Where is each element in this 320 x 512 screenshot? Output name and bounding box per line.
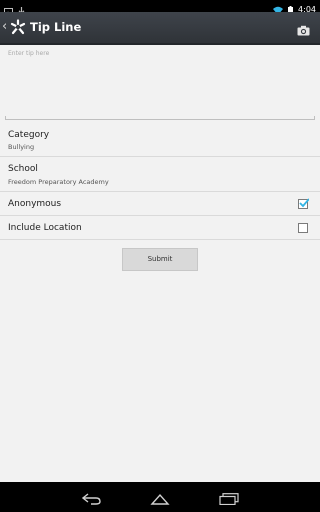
action-bar: ‹ Tip Line [0, 12, 320, 45]
category-label: Category [8, 130, 50, 140]
input-underline-right [314, 116, 315, 119]
category-value: Bullying [8, 143, 35, 151]
tip-input[interactable]: Enter tip here [5, 47, 315, 120]
anonymous-label: Anonymous [8, 199, 62, 209]
anonymous-checkbox[interactable] [298, 198, 309, 209]
anonymous-row[interactable]: Anonymous [0, 192, 320, 216]
input-underline-left [5, 116, 6, 119]
school-row[interactable]: School Freedom Preparatory Academy [0, 157, 320, 192]
back-icon[interactable] [81, 490, 102, 509]
submit-button[interactable]: Submit [122, 248, 198, 271]
camera-icon[interactable] [297, 21, 310, 40]
school-label: School [8, 164, 38, 174]
category-row[interactable]: Category Bullying [0, 123, 320, 157]
include-location-checkbox[interactable] [298, 223, 308, 233]
navigation-bar [0, 482, 320, 512]
form-content: Enter tip here Category Bullying School … [0, 45, 320, 482]
school-value: Freedom Preparatory Academy [8, 178, 109, 186]
include-location-label: Include Location [8, 223, 82, 233]
tip-placeholder: Enter tip here [8, 50, 50, 57]
page-title: Tip Line [30, 20, 82, 34]
app-logo-icon[interactable] [10, 19, 26, 39]
home-icon[interactable] [150, 490, 170, 509]
include-location-row[interactable]: Include Location [0, 216, 320, 240]
recents-icon[interactable] [219, 490, 239, 509]
chevron-left-icon[interactable]: ‹ [2, 20, 7, 34]
status-bar: 4:04 [0, 0, 320, 16]
